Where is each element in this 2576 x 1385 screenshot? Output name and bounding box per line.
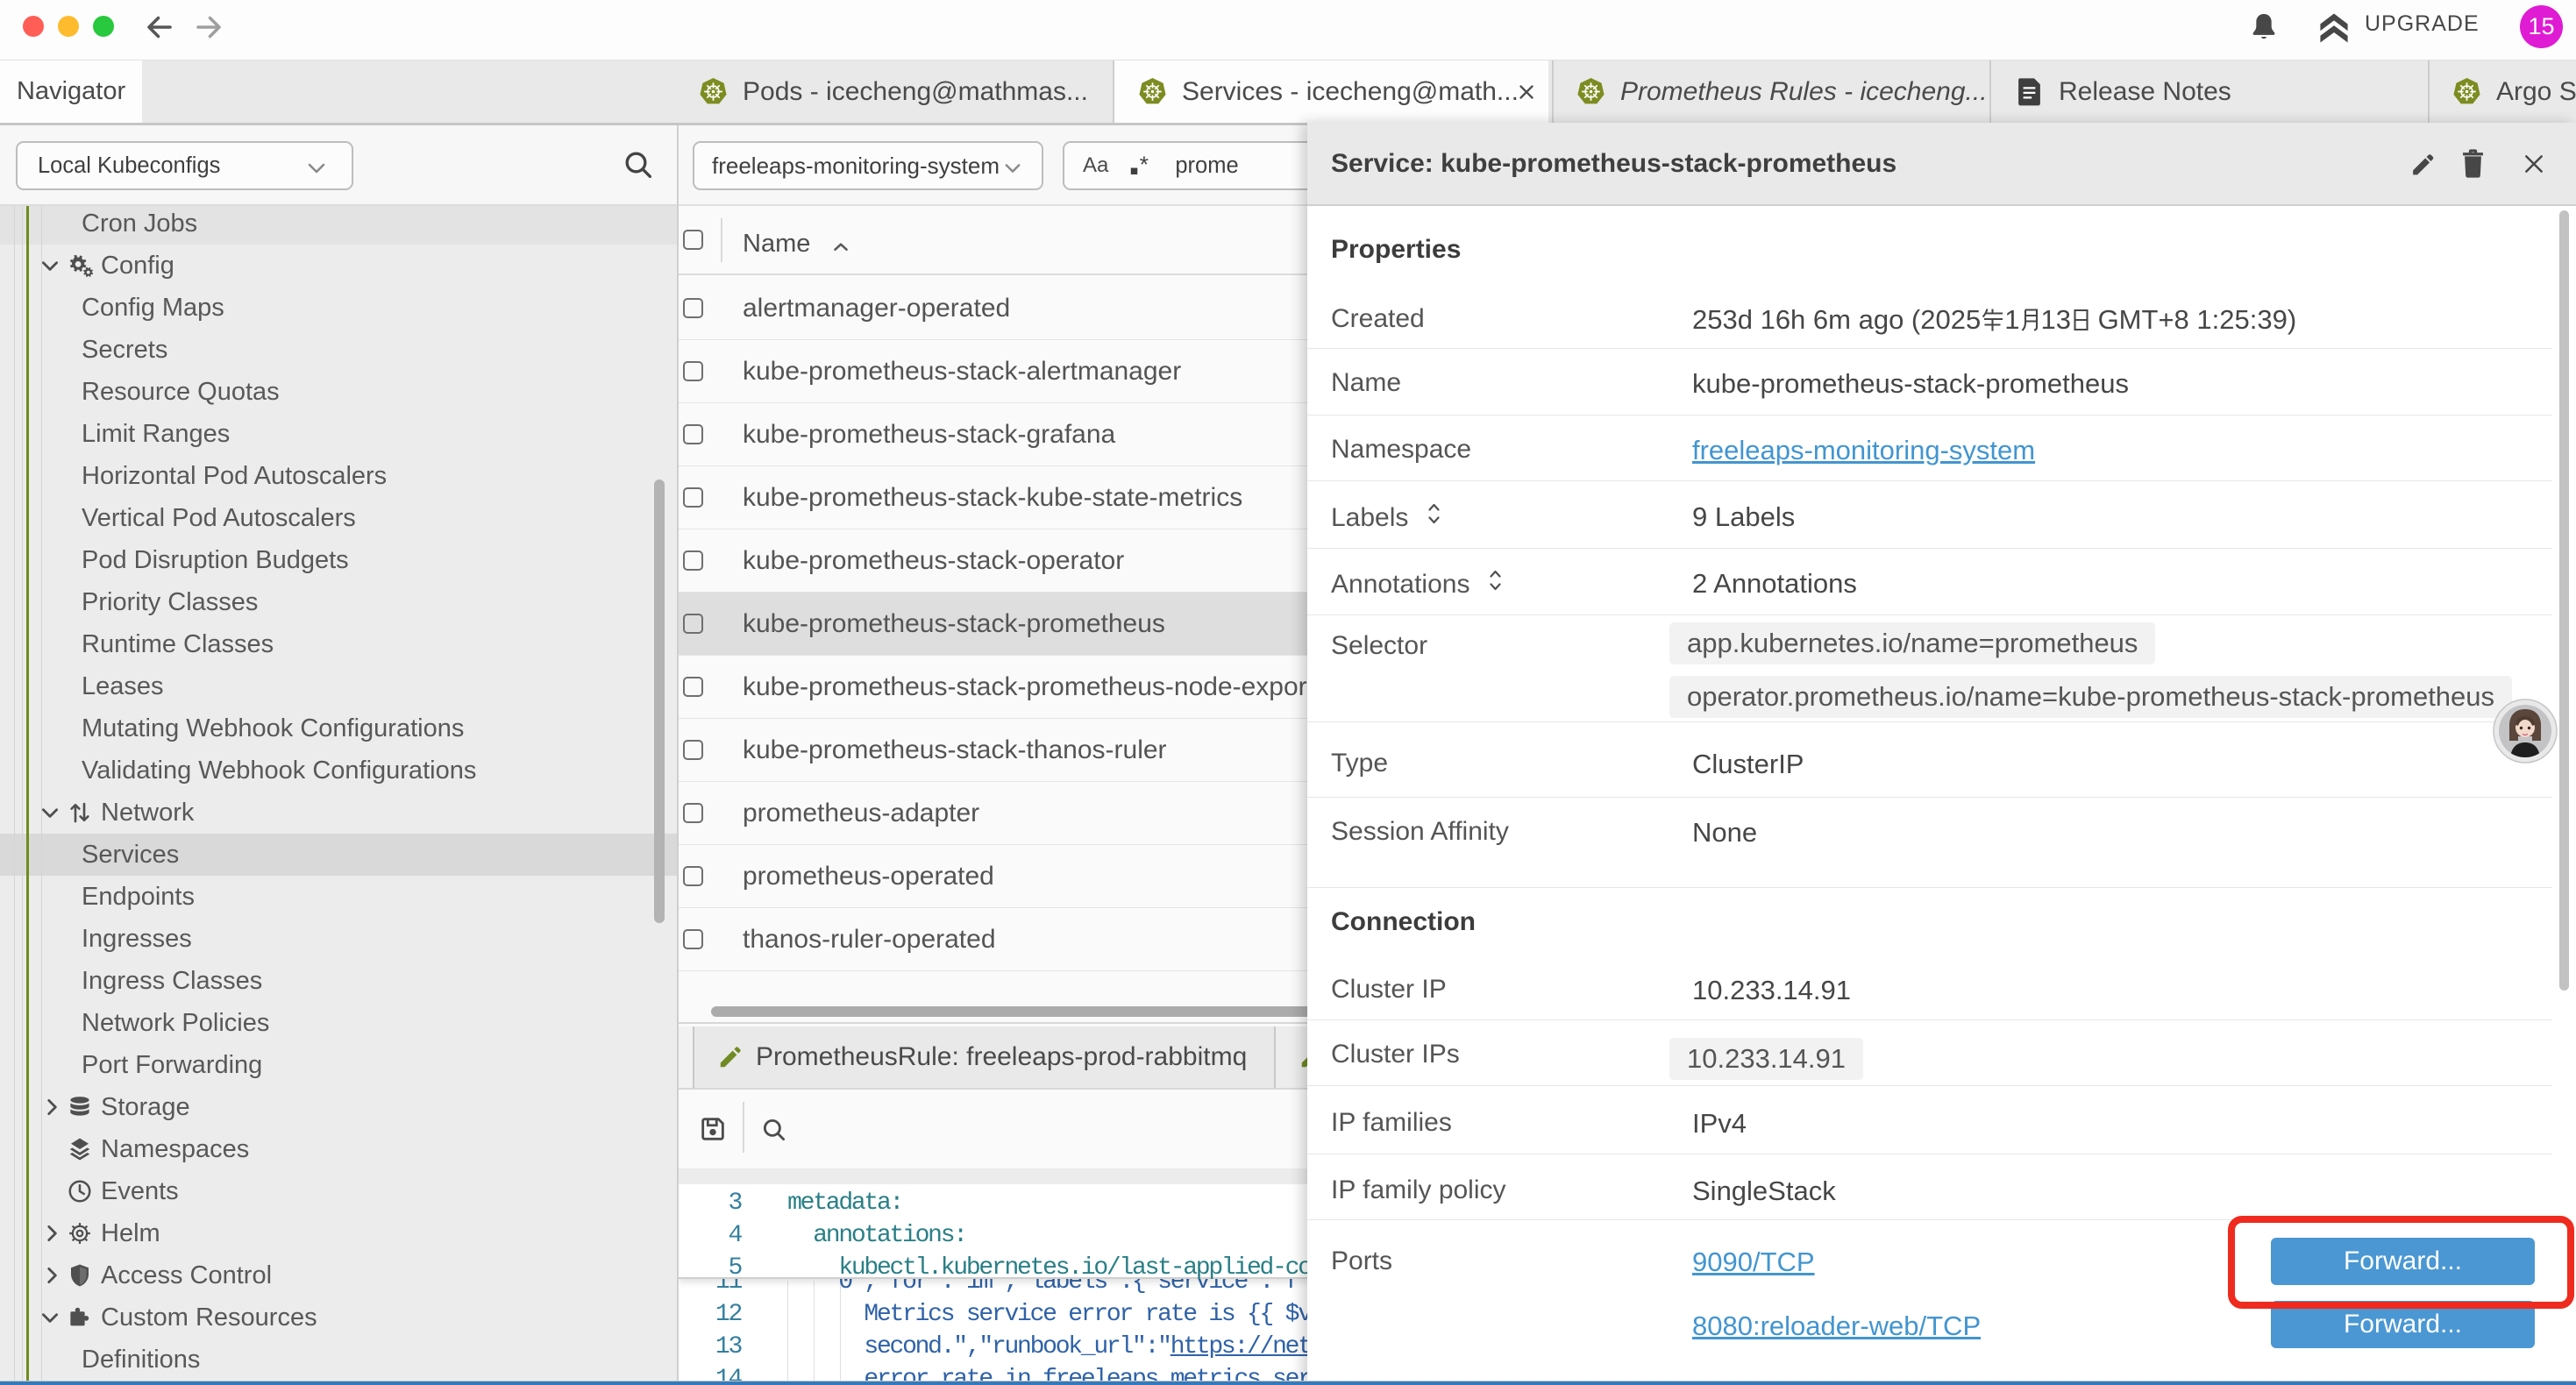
svg-text:*: * (1140, 153, 1149, 178)
